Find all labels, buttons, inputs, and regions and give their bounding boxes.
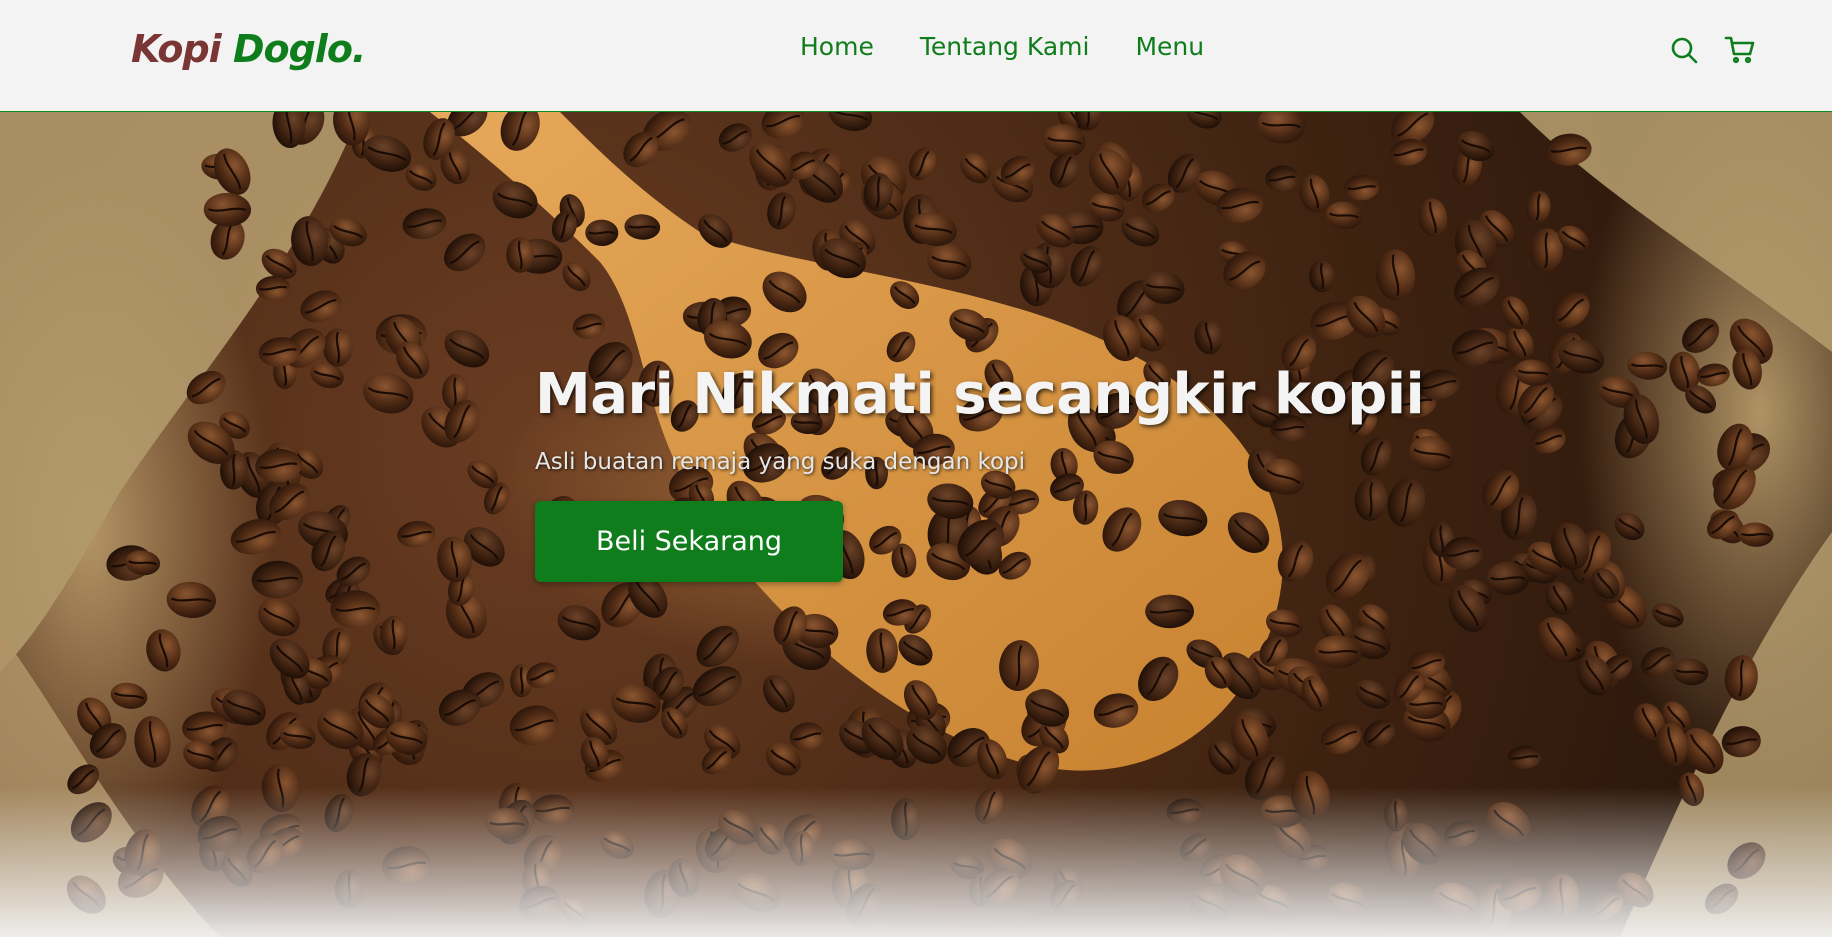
hero-section: Mari Nikmati secangkir kopii Asli buatan…: [0, 112, 1832, 937]
hero-content: Mari Nikmati secangkir kopii Asli buatan…: [535, 362, 1435, 582]
buy-now-button[interactable]: Beli Sekarang: [535, 501, 843, 582]
hero-subtitle: Asli buatan remaja yang suka dengan kopi: [535, 449, 1026, 475]
brand-logo[interactable]: Kopi Doglo.: [131, 27, 366, 71]
brand-logo-part1: Kopi: [131, 27, 222, 71]
nav-icons: [1668, 34, 1756, 66]
cart-icon[interactable]: [1724, 34, 1756, 66]
brand-logo-part2: Doglo.: [232, 27, 366, 71]
navbar: Kopi Doglo. Home Tentang Kami Menu: [0, 0, 1832, 112]
nav-link-home[interactable]: Home: [800, 32, 874, 61]
nav-link-tentang-kami[interactable]: Tentang Kami: [920, 32, 1090, 61]
hero-title: Mari Nikmati secangkir kopii: [535, 362, 1425, 427]
nav-links: Home Tentang Kami Menu: [800, 32, 1204, 61]
nav-link-menu[interactable]: Menu: [1135, 32, 1204, 61]
search-icon[interactable]: [1668, 34, 1700, 66]
hero-fade-overlay: [0, 787, 1832, 937]
